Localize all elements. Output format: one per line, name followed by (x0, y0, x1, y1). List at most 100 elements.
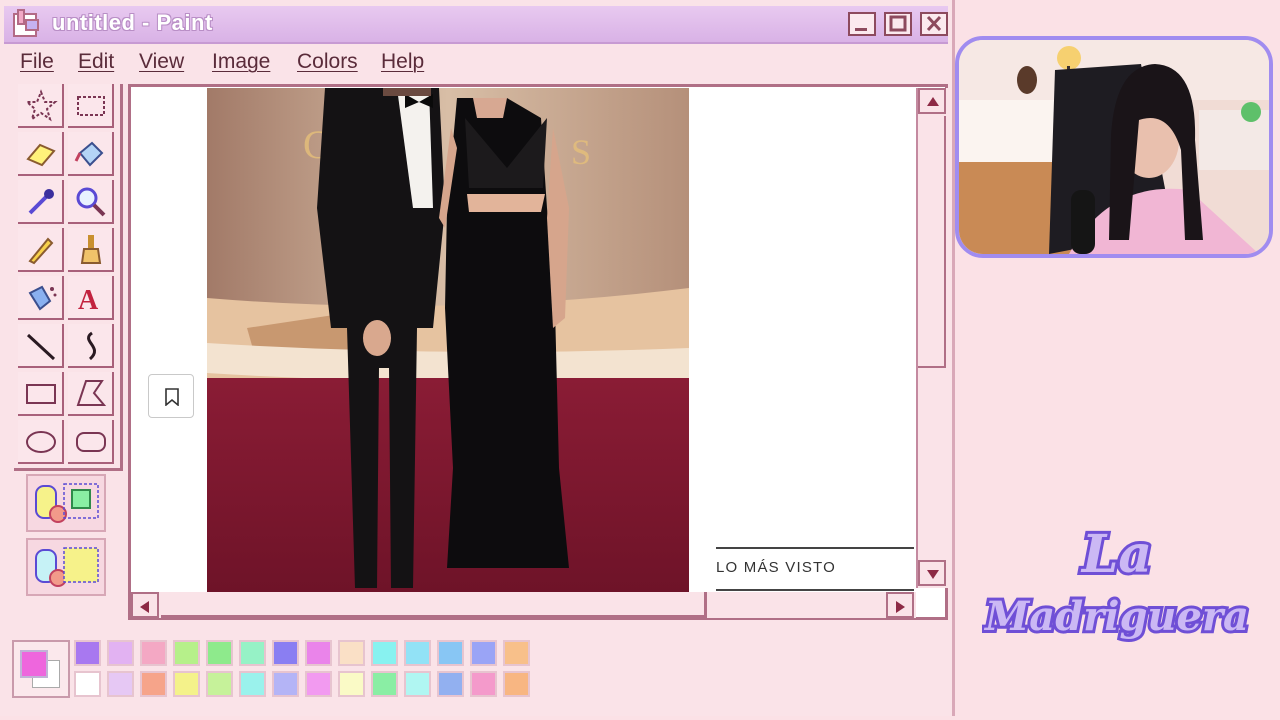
palette-swatch[interactable] (470, 671, 497, 697)
palette-swatch[interactable] (371, 640, 398, 666)
magnifier-tool[interactable] (68, 180, 114, 224)
palette-swatch[interactable] (503, 640, 530, 666)
horizontal-scroll-thumb[interactable] (161, 592, 707, 618)
palette-swatch[interactable] (206, 671, 233, 697)
palette-swatch[interactable] (74, 671, 101, 697)
scroll-up-button[interactable] (918, 88, 946, 114)
svg-text:Madriguera: Madriguera (983, 593, 1249, 640)
text-a-icon: A (78, 285, 99, 315)
palette-swatch[interactable] (272, 671, 299, 697)
curve-tool[interactable] (68, 324, 114, 368)
palette-swatch[interactable] (173, 671, 200, 697)
most-viewed-label: LO MÁS VISTO (716, 559, 836, 576)
close-button[interactable] (920, 12, 948, 36)
airbrush-icon (28, 285, 57, 311)
palette-swatch[interactable] (338, 671, 365, 697)
paint-bucket-icon (74, 141, 104, 167)
vertical-scrollbar[interactable] (916, 88, 948, 588)
svg-text:A: A (78, 285, 99, 315)
menu-edit[interactable]: Edit (78, 50, 114, 74)
airbrush-tool[interactable] (18, 276, 64, 320)
palette-swatch[interactable] (404, 671, 431, 697)
tool-options-opaque[interactable] (26, 538, 106, 596)
brush-tool[interactable] (68, 228, 114, 272)
palette-swatch[interactable] (173, 640, 200, 666)
line-tool[interactable] (18, 324, 64, 368)
rounded-rectangle-icon (76, 432, 106, 452)
svg-text:La: La (1080, 524, 1152, 585)
palette-swatch[interactable] (503, 671, 530, 697)
palette-swatch[interactable] (371, 671, 398, 697)
palette-swatch[interactable] (305, 671, 332, 697)
current-colors[interactable] (12, 640, 70, 698)
rect-select-tool[interactable] (68, 84, 114, 128)
free-form-select-tool[interactable] (18, 84, 64, 128)
palette-swatch[interactable] (437, 640, 464, 666)
palette-swatch[interactable] (239, 640, 266, 666)
eraser-tool[interactable] (18, 132, 64, 176)
menu-view[interactable]: View (139, 50, 184, 74)
pencil-icon (28, 237, 54, 265)
canvas-photo: C S (207, 88, 689, 594)
window-title: untitled - Paint (52, 10, 213, 35)
fill-tool[interactable] (68, 132, 114, 176)
palette-swatch[interactable] (107, 640, 134, 666)
palette-swatch[interactable] (470, 640, 497, 666)
shapes-options-icon (35, 547, 99, 587)
palette-swatch[interactable] (140, 640, 167, 666)
foreground-color[interactable] (20, 650, 48, 678)
palette-swatch[interactable] (74, 640, 101, 666)
vertical-scroll-thumb[interactable] (918, 116, 946, 368)
menu-colors[interactable]: Colors (297, 50, 358, 74)
bookmark-icon (165, 388, 179, 406)
title-bar[interactable]: untitled - Paint (4, 6, 948, 44)
shapes-options-icon (35, 483, 99, 523)
palette-swatch[interactable] (272, 640, 299, 666)
eraser-icon (26, 143, 56, 167)
eyedropper-icon (28, 189, 54, 215)
palette-swatch[interactable] (305, 640, 332, 666)
scroll-left-button[interactable] (131, 592, 159, 618)
most-viewed-section: LO MÁS VISTO (716, 547, 914, 591)
palette-swatch[interactable] (338, 640, 365, 666)
palette-swatch[interactable] (404, 640, 431, 666)
maximize-icon (889, 15, 907, 32)
polygon-tool[interactable] (68, 372, 114, 416)
menu-help[interactable]: Help (381, 50, 424, 74)
rectangle-tool[interactable] (18, 372, 64, 416)
arrow-up-icon (927, 97, 939, 106)
la-madriguera-logo: La Madriguera (980, 512, 1252, 682)
arrow-down-icon (927, 570, 939, 579)
horizontal-scrollbar[interactable] (131, 592, 916, 618)
minimize-button[interactable] (848, 12, 876, 36)
palette-swatch[interactable] (206, 640, 233, 666)
bookmark-button[interactable] (148, 374, 194, 418)
palette-swatch[interactable] (239, 671, 266, 697)
brush-icon (80, 235, 102, 264)
scroll-right-button[interactable] (886, 592, 914, 618)
scroll-down-button[interactable] (918, 560, 946, 586)
curve-icon (87, 331, 96, 361)
palette-swatch[interactable] (107, 671, 134, 697)
line-icon (26, 333, 56, 361)
svg-text:S: S (571, 132, 591, 172)
ellipse-tool[interactable] (18, 420, 64, 464)
polygon-icon (76, 380, 107, 406)
palette-swatch[interactable] (437, 671, 464, 697)
maximize-button[interactable] (884, 12, 912, 36)
text-tool[interactable]: A (68, 276, 114, 320)
arrow-right-icon (896, 601, 905, 613)
menu-image[interactable]: Image (212, 50, 270, 74)
color-picker-tool[interactable] (18, 180, 64, 224)
palette-swatch[interactable] (140, 671, 167, 697)
tool-options-transparent[interactable] (26, 474, 106, 532)
arrow-left-icon (140, 601, 149, 613)
menu-file[interactable]: File (20, 50, 54, 74)
menu-bar: File Edit View Image Colors Help (0, 44, 948, 80)
minimize-icon (855, 28, 867, 31)
rounded-rectangle-tool[interactable] (68, 420, 114, 464)
pencil-tool[interactable] (18, 228, 64, 272)
ellipse-icon (26, 431, 56, 453)
toolbox: A (14, 84, 123, 471)
streamer-video (959, 40, 1269, 254)
